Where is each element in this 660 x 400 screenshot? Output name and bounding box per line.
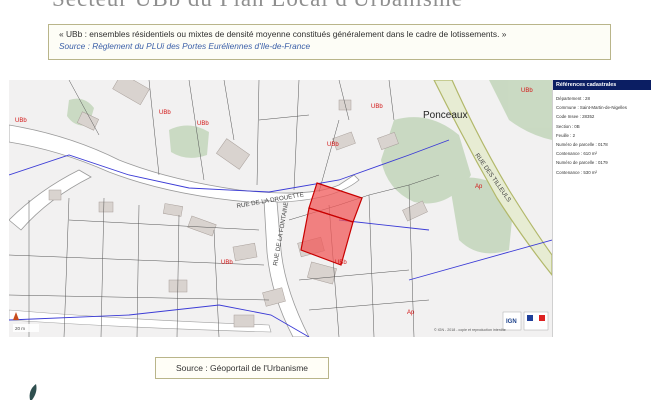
reference-row: Département : 28: [556, 96, 590, 101]
cadastral-references-panel: Références cadastrales Département : 28 …: [552, 80, 651, 337]
reference-row: Feuille : 2: [556, 132, 576, 138]
definition-quote-text: « UBb : ensembles résidentiels ou mixtes…: [59, 29, 507, 39]
zone-label: UBb: [335, 260, 347, 266]
map-canvas[interactable]: UBb UBb UBb UBb UBb UBb UBb UBb Ap Ap Po…: [9, 80, 552, 337]
references-header: Références cadastrales: [553, 80, 651, 90]
map-scale: 20 m: [13, 324, 39, 332]
definition-quote-box: « UBb : ensembles résidentiels ou mixtes…: [48, 24, 611, 60]
reference-row: Contenance : 530 m²: [556, 169, 598, 175]
zone-label: Ap: [407, 310, 415, 316]
zone-label: UBb: [327, 142, 339, 148]
zone-label: UBb: [15, 118, 27, 124]
zone-label: Ap: [475, 184, 483, 190]
reference-row: Numéro de parcelle : 0178: [556, 142, 608, 148]
reference-row: Numéro de parcelle : 0179: [556, 160, 608, 166]
zone-label: UBb: [197, 121, 209, 127]
reference-row: Code Insee : 28352: [556, 114, 595, 120]
reference-row: Commune : Saint-Martin-de-Nigelles: [556, 105, 628, 111]
reference-row: Section : 0B: [556, 123, 580, 129]
cadastral-map[interactable]: UBb UBb UBb UBb UBb UBb UBb UBb Ap Ap Po…: [9, 80, 552, 337]
zone-label: UBb: [371, 104, 383, 110]
definition-quote-source: Source : Règlement du PLUi des Portes Eu…: [59, 41, 311, 51]
map-source-box: Source : Géoportail de l'Urbanisme: [155, 357, 329, 379]
zone-label: UBb: [159, 110, 171, 116]
scale-label: 20 m: [15, 326, 25, 331]
ign-logo: IGN: [502, 311, 549, 331]
decorative-leaf-icon: [29, 384, 37, 400]
zone-label: UBb: [521, 88, 533, 94]
svg-text:IGN: IGN: [506, 319, 517, 325]
place-name: Ponceaux: [423, 110, 467, 121]
reference-row: Contenance : 610 m²: [556, 151, 598, 157]
map-credit: © IGN - 2018 - copie et reproduction int…: [434, 328, 506, 332]
page-title: Secteur UBb du Plan Local d'Urbanisme: [52, 0, 463, 12]
zone-label: UBb: [221, 260, 233, 266]
